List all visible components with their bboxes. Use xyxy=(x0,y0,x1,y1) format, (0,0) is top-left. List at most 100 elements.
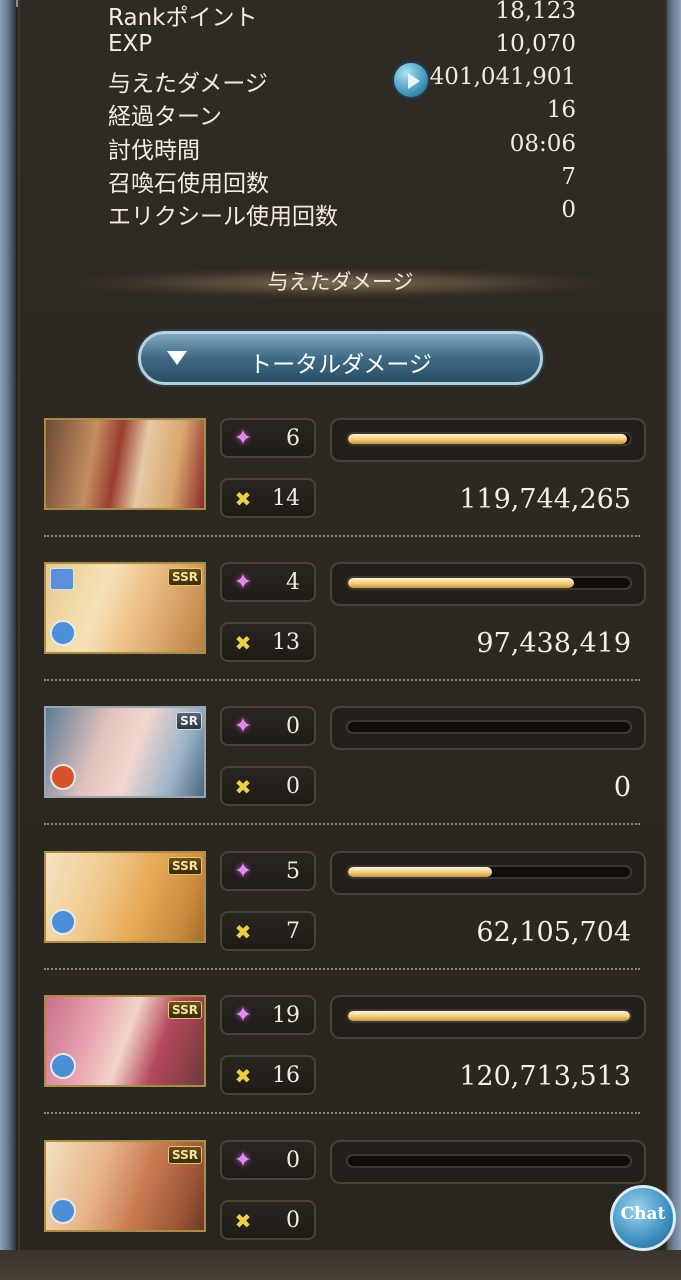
stat-label: EXP xyxy=(108,31,153,57)
sparkle-icon: ✦ xyxy=(233,859,253,884)
crossed-swords-icon: ✖ xyxy=(234,775,252,799)
attack-count: ✖ 14 xyxy=(220,478,316,518)
row-divider xyxy=(44,823,640,825)
rarity-badge: SSR xyxy=(168,1146,202,1164)
charge-count: 0 xyxy=(286,714,300,739)
damage-value: 120,713,513 xyxy=(459,1061,631,1092)
stat-value: 08:06 xyxy=(509,131,576,157)
charge-attack-count: ✦ 0 xyxy=(220,1140,316,1180)
damage-bar-track xyxy=(346,432,632,446)
charge-count: 5 xyxy=(286,859,300,884)
damage-bar xyxy=(330,706,646,750)
water-element-icon xyxy=(50,1198,76,1224)
stat-label: エリクシール使用回数 xyxy=(108,204,338,230)
sparkle-icon: ✦ xyxy=(233,1003,253,1028)
stat-label: 与えたダメージ xyxy=(108,71,268,97)
damage-bar-track xyxy=(346,1154,632,1168)
stat-value: 0 xyxy=(561,197,576,223)
damage-bar xyxy=(330,418,646,462)
stat-row-exp: EXP 10,070 xyxy=(108,31,576,63)
charge-attack-count: ✦ 0 xyxy=(220,706,316,746)
chat-label: Chat xyxy=(620,1204,666,1224)
damage-value: 0 xyxy=(613,772,631,803)
character-portrait[interactable]: SSR xyxy=(44,851,206,943)
character-portrait[interactable] xyxy=(44,418,206,510)
stat-label: 召喚石使用回数 xyxy=(108,171,269,197)
damage-bar xyxy=(330,851,646,895)
attack-count-value: 14 xyxy=(272,486,300,511)
character-portrait[interactable]: SSR xyxy=(44,995,206,1087)
damage-bar-fill xyxy=(348,578,574,588)
stat-label: 討伐時間 xyxy=(108,138,200,164)
charge-attack-count: ✦ 5 xyxy=(220,851,316,891)
charge-attack-count: ✦ 19 xyxy=(220,995,316,1035)
attack-count: ✖ 16 xyxy=(220,1055,316,1095)
section-title: 与えたダメージ xyxy=(267,270,414,294)
ring-icon xyxy=(50,568,74,590)
crossed-swords-icon: ✖ xyxy=(234,1064,252,1088)
sparkle-icon: ✦ xyxy=(233,1148,253,1173)
character-portrait[interactable]: SSR xyxy=(44,1140,206,1232)
dropdown-label: トータルダメージ xyxy=(249,352,432,378)
charge-count: 6 xyxy=(286,426,300,451)
crossed-swords-icon: ✖ xyxy=(234,1209,252,1233)
damage-bar-track xyxy=(346,720,632,734)
row-divider xyxy=(44,1112,640,1114)
chat-button[interactable]: Chat xyxy=(610,1185,676,1251)
water-element-icon xyxy=(50,1053,76,1079)
charge-count: 0 xyxy=(286,1148,300,1173)
row-divider xyxy=(44,968,640,970)
rarity-badge: SSR xyxy=(168,1001,202,1019)
stat-label: 経過ターン xyxy=(108,104,222,130)
crossed-swords-icon: ✖ xyxy=(234,631,252,655)
row-divider xyxy=(44,535,640,537)
damage-bar xyxy=(330,1140,646,1184)
damage-bar-track xyxy=(346,576,632,590)
stat-row-time: 討伐時間 08:06 xyxy=(108,131,576,164)
sparkle-icon: ✦ xyxy=(233,570,253,595)
attack-count: ✖ 7 xyxy=(220,911,316,951)
attack-count-value: 0 xyxy=(286,1208,300,1233)
charge-attack-count: ✦ 4 xyxy=(220,562,316,602)
damage-type-dropdown[interactable]: トータルダメージ xyxy=(138,331,543,385)
stat-value: 401,041,901 xyxy=(429,64,576,90)
stat-row-damage: 与えたダメージ 401,041,901 xyxy=(108,61,576,99)
attack-count: ✖ 0 xyxy=(220,766,316,806)
rarity-badge: SR xyxy=(176,712,202,730)
character-portrait[interactable]: SSR xyxy=(44,562,206,654)
rarity-badge: SSR xyxy=(168,857,202,875)
damage-value: 119,744,265 xyxy=(459,484,631,515)
character-row: SR ✦ 0 ✖ 0 0 xyxy=(0,706,681,850)
stat-row-elixirs: エリクシール使用回数 0 xyxy=(108,197,576,230)
attack-count-value: 13 xyxy=(272,630,300,655)
fire-element-icon xyxy=(50,764,76,790)
damage-value: 62,105,704 xyxy=(476,917,631,948)
water-element-icon xyxy=(50,909,76,935)
stat-value: 16 xyxy=(546,97,576,123)
stat-row-turns: 経過ターン 16 xyxy=(108,97,576,130)
attack-count: ✖ 13 xyxy=(220,622,316,662)
stat-value: 7 xyxy=(561,164,576,190)
attack-count-value: 16 xyxy=(272,1063,300,1088)
damage-bar-track xyxy=(346,1009,632,1023)
charge-count: 19 xyxy=(272,1003,300,1028)
crossed-swords-icon: ✖ xyxy=(234,487,252,511)
character-row: SSR ✦ 19 ✖ 16 120,713,513 xyxy=(0,995,681,1139)
damage-bar-fill xyxy=(348,434,628,444)
water-element-icon xyxy=(50,620,76,646)
charge-attack-count: ✦ 6 xyxy=(220,418,316,458)
stat-row-rank-points: Rankポイント 18,123 xyxy=(108,0,576,31)
stat-row-summons: 召喚石使用回数 7 xyxy=(108,164,576,197)
damage-bar-fill xyxy=(348,1011,630,1021)
play-icon[interactable] xyxy=(392,61,430,99)
charge-count: 4 xyxy=(286,570,300,595)
stat-value: 10,070 xyxy=(495,31,576,57)
rarity-badge: SSR xyxy=(168,568,202,586)
damage-bar xyxy=(330,995,646,1039)
stat-value: 18,123 xyxy=(495,0,576,24)
character-portrait[interactable]: SR xyxy=(44,706,206,798)
damage-value: 97,438,419 xyxy=(476,628,631,659)
attack-count-value: 0 xyxy=(286,774,300,799)
bottom-frame xyxy=(0,1250,681,1280)
attack-count-value: 7 xyxy=(286,919,300,944)
